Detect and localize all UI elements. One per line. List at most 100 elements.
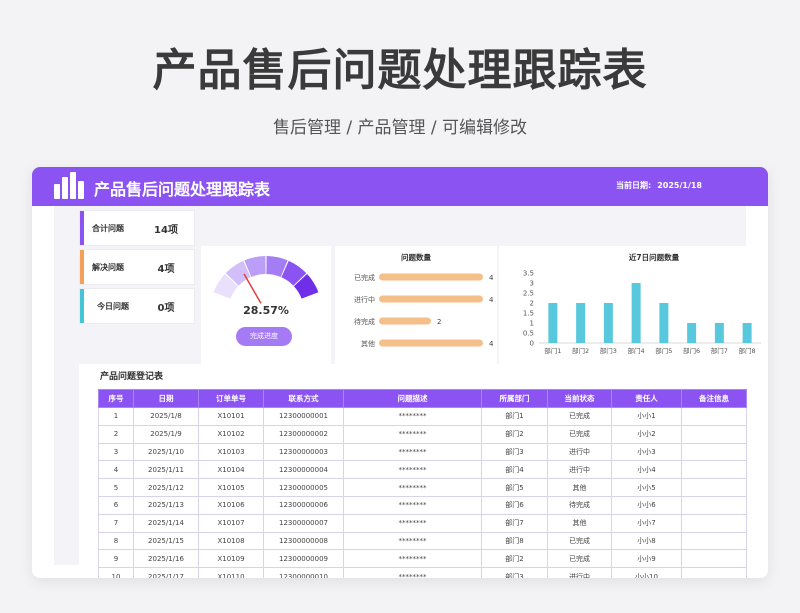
table-cell[interactable]: ******** [343,407,482,426]
table-cell[interactable]: ******** [343,531,482,551]
table-cell[interactable]: 部门5 [481,478,548,497]
table-cell[interactable]: 12300000005 [263,478,344,497]
table-cell[interactable]: 进行中 [547,442,612,462]
table-cell[interactable]: X10108 [198,531,264,551]
table-cell[interactable] [681,549,747,569]
table-cell[interactable] [681,407,747,426]
table-row[interactable]: 7 2025/1/14 X10107 12300000007 ******** 部门7 其他… [98,513,747,533]
table-row[interactable]: 6 2025/1/13 X10106 12300000006 ******** 部门6 待完… [98,495,747,515]
table-cell[interactable]: 12300000004 [263,460,344,480]
table-cell[interactable]: X10105 [198,478,264,497]
table-cell[interactable]: 8 [98,531,134,551]
table-cell[interactable]: 2025/1/9 [133,424,199,444]
table-cell[interactable] [681,567,747,578]
table-cell[interactable]: ******** [343,424,482,444]
table-cell[interactable]: ******** [343,549,482,569]
table-cell[interactable]: X10109 [198,549,264,569]
table-cell[interactable] [681,460,747,480]
table-cell[interactable]: 其他 [547,478,612,497]
table-cell[interactable]: X10106 [198,495,264,515]
table-cell[interactable]: 2025/1/11 [133,460,199,480]
table-cell[interactable]: 7 [98,513,134,533]
table-cell[interactable]: X10107 [198,513,264,533]
table-cell[interactable]: 12300000002 [263,424,344,444]
table-row[interactable]: 9 2025/1/16 X10109 12300000009 ******** 部门2 已完… [98,549,747,569]
table-row[interactable]: 1 2025/1/8 X10101 12300000001 ******** 部门1 已完成… [98,407,747,426]
table-cell[interactable]: 2025/1/8 [133,407,199,426]
table-cell[interactable]: 部门3 [481,567,548,578]
table-cell[interactable]: X10104 [198,460,264,480]
table-cell[interactable]: 待完成 [547,495,612,515]
table-cell[interactable]: 已完成 [547,424,612,444]
table-cell[interactable]: 部门8 [481,531,548,551]
table-cell[interactable]: 部门4 [481,460,548,480]
table-cell[interactable]: 小小2 [611,424,682,444]
table-cell[interactable]: 小小6 [611,495,682,515]
table-cell[interactable]: 小小10 [611,567,682,578]
table-cell[interactable]: 其他 [547,513,612,533]
table-cell[interactable]: 2025/1/13 [133,495,199,515]
table-cell[interactable] [681,495,747,515]
table-cell[interactable]: X10103 [198,442,264,462]
table-cell[interactable]: 2025/1/14 [133,513,199,533]
table-cell[interactable]: X10110 [198,567,264,578]
table-cell[interactable]: 小小8 [611,531,682,551]
table-cell[interactable]: 小小3 [611,442,682,462]
table-cell[interactable]: X10101 [198,407,264,426]
table-cell[interactable]: 小小4 [611,460,682,480]
table-row[interactable]: 3 2025/1/10 X10103 12300000003 ******** 部门3 进行… [98,442,747,462]
table-cell[interactable]: 已完成 [547,531,612,551]
table-cell[interactable]: 2025/1/16 [133,549,199,569]
table-cell[interactable]: 10 [98,567,134,578]
table-cell[interactable]: 12300000009 [263,549,344,569]
table-cell[interactable]: 2025/1/12 [133,478,199,497]
table-row[interactable]: 4 2025/1/11 X10104 12300000004 ******** 部门4 进行… [98,460,747,480]
table-cell[interactable]: 部门3 [481,442,548,462]
table-cell[interactable]: 部门2 [481,424,548,444]
table-cell[interactable]: 4 [98,460,134,480]
table-cell[interactable]: 2025/1/17 [133,567,199,578]
table-cell[interactable]: 部门6 [481,495,548,515]
table-cell[interactable]: 已完成 [547,549,612,569]
table-cell[interactable]: ******** [343,442,482,462]
table-row[interactable]: 8 2025/1/15 X10108 12300000008 ******** 部门8 已完… [98,531,747,551]
table-cell[interactable]: 12300000001 [263,407,344,426]
table-cell[interactable]: 2 [98,424,134,444]
table-cell[interactable]: ******** [343,513,482,533]
table-cell[interactable] [681,531,747,551]
table-cell[interactable] [681,442,747,462]
table-row[interactable]: 5 2025/1/12 X10105 12300000005 ******** 部门5 其他… [98,478,747,497]
table-cell[interactable]: 部门2 [481,549,548,569]
table-cell[interactable]: X10102 [198,424,264,444]
table-cell[interactable]: ******** [343,495,482,515]
table-cell[interactable]: ******** [343,460,482,480]
table-cell[interactable]: 3 [98,442,134,462]
table-cell[interactable]: 部门7 [481,513,548,533]
table-cell[interactable]: 小小7 [611,513,682,533]
table-cell[interactable]: 2025/1/10 [133,442,199,462]
table-cell[interactable]: 部门1 [481,407,548,426]
table-cell[interactable]: ******** [343,478,482,497]
progress-button[interactable]: 完成进度 [236,327,292,346]
table-cell[interactable]: 12300000007 [263,513,344,533]
table-cell[interactable]: 进行中 [547,460,612,480]
table-cell[interactable]: 12300000010 [263,567,344,578]
table-cell[interactable]: 12300000006 [263,495,344,515]
table-cell[interactable]: 12300000008 [263,531,344,551]
table-cell[interactable]: 1 [98,407,134,426]
table-cell[interactable]: ******** [343,567,482,578]
table-cell[interactable]: 已完成 [547,407,612,426]
table-cell[interactable]: 5 [98,478,134,497]
table-cell[interactable]: 小小5 [611,478,682,497]
table-cell[interactable]: 9 [98,549,134,569]
table-cell[interactable]: 进行中 [547,567,612,578]
table-cell[interactable]: 2025/1/15 [133,531,199,551]
table-row[interactable]: 10 2025/1/17 X10110 12300000010 ******** 部门3 进… [98,567,747,578]
table-row[interactable]: 2 2025/1/9 X10102 12300000002 ******** 部门2 已完成… [98,424,747,444]
table-cell[interactable]: 小小1 [611,407,682,426]
table-cell[interactable] [681,478,747,497]
table-cell[interactable]: 6 [98,495,134,515]
table-cell[interactable] [681,513,747,533]
table-cell[interactable]: 12300000003 [263,442,344,462]
table-cell[interactable]: 小小9 [611,549,682,569]
